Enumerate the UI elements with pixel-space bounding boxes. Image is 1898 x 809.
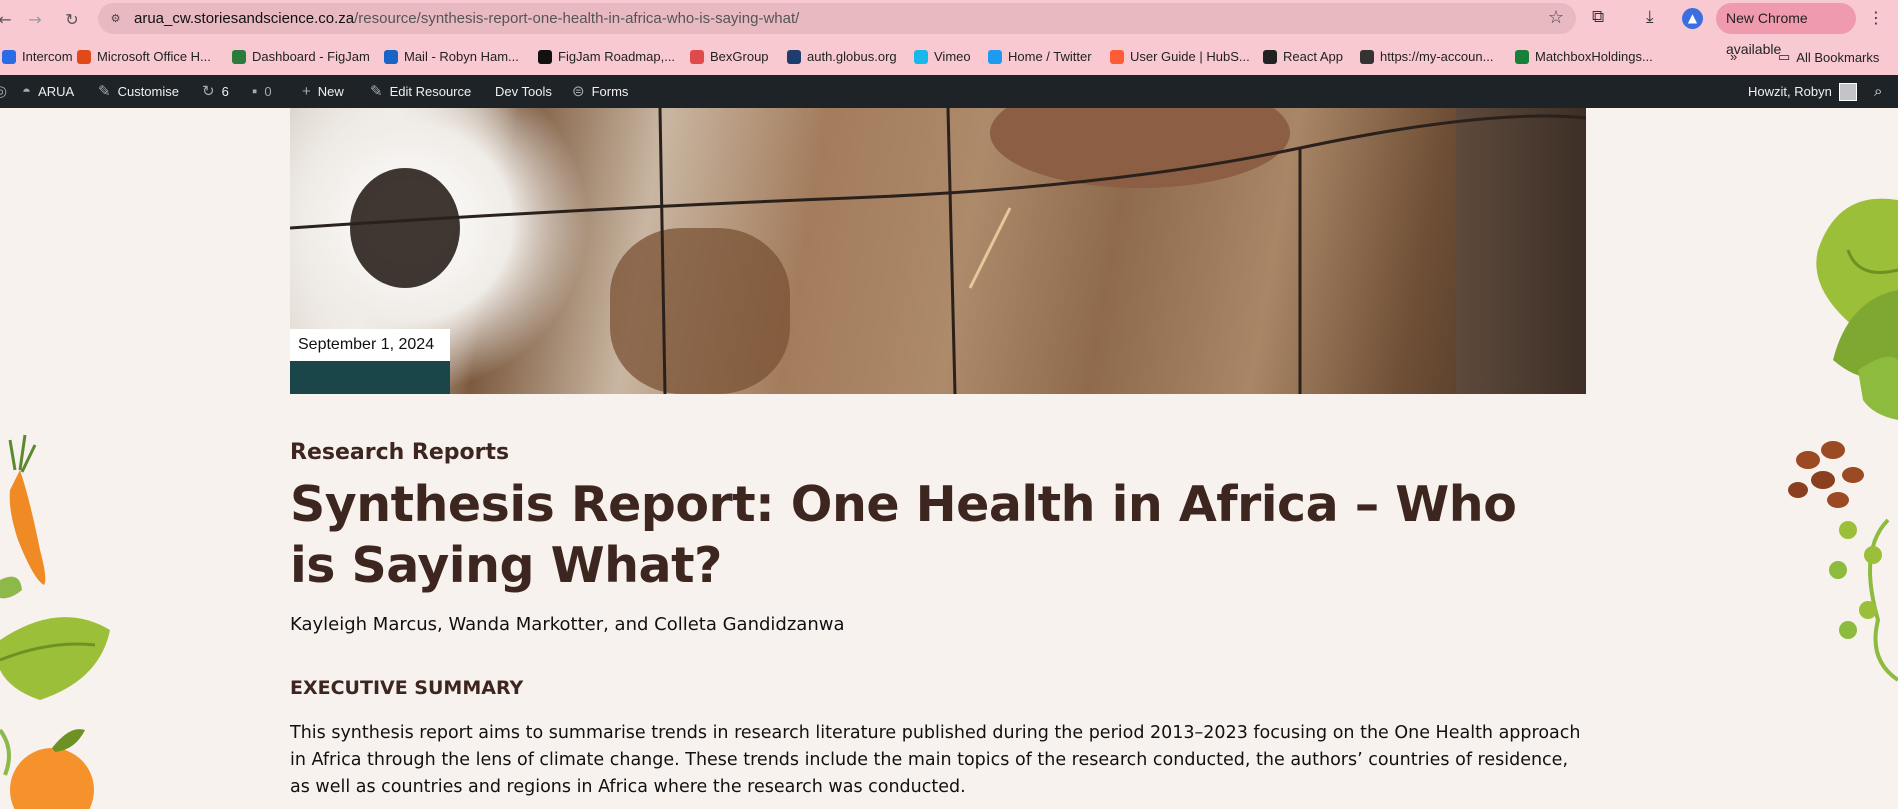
forms-menu[interactable]: ⊜ Forms [572,75,628,108]
bookmark-favicon-icon [988,49,1002,64]
bookmark-star-icon[interactable]: ☆ [1548,7,1564,28]
dashboard-icon: ◓ [22,83,32,100]
vegetables-illustration-right [1788,198,1898,682]
bookmark-label: Dashboard - FigJam [252,49,370,64]
reload-icon[interactable]: ↻ [61,8,83,30]
category-label[interactable]: Research Reports [290,440,509,465]
more-bookmarks-button[interactable]: » [1730,49,1737,64]
bookmark-favicon-icon [914,49,928,64]
bookmark-label: https://my-accoun... [1380,49,1494,64]
bookmark-label: User Guide | HubS... [1130,49,1250,64]
authors-line: Kayleigh Marcus, Wanda Markotter, and Co… [290,614,845,635]
pencil-icon: ✎ [370,83,383,100]
bookmark-item[interactable]: Vimeo [914,49,971,64]
bookmark-item[interactable]: FigJam Roadmap,... [538,49,675,64]
brush-icon: ✎ [98,83,111,100]
bookmark-label: React App [1283,49,1343,64]
site-name-menu[interactable]: ◓ ARUA [22,75,74,108]
new-chrome-button[interactable]: New Chrome available [1716,3,1856,57]
forms-icon: ⊜ [572,83,585,100]
bookmark-item[interactable]: auth.globus.org [787,49,897,64]
wire-fence [290,108,1586,394]
forward-icon[interactable]: → [24,8,46,30]
updates-icon: ↻ [202,83,215,100]
comment-icon: ▪ [252,83,258,100]
search-icon[interactable]: ⌕ [1874,75,1882,108]
bookmark-label: Microsoft Office H... [97,49,211,64]
customise-menu[interactable]: ✎ Customise [98,75,179,108]
new-content-menu[interactable]: + New [302,75,344,108]
bookmark-item[interactable]: Microsoft Office H... [77,49,211,64]
bookmark-label: auth.globus.org [807,49,897,64]
user-avatar [1838,82,1857,101]
bookmark-item[interactable]: React App [1263,49,1343,64]
page-title: Synthesis Report: One Health in Africa –… [290,476,1517,594]
bookmark-favicon-icon [787,49,801,64]
date-accent-bar [290,361,450,394]
bookmark-favicon-icon [2,49,16,64]
dev-tools-menu[interactable]: Dev Tools [495,75,552,108]
bookmark-label: MatchboxHoldings... [1535,49,1653,64]
extensions-icon[interactable]: ⧉ [1592,7,1604,27]
edit-resource-menu[interactable]: ✎ Edit Resource [370,75,471,108]
bookmark-label: Home / Twitter [1008,49,1092,64]
summary-paragraph: This synthesis report aims to summarise … [290,723,1581,797]
bookmark-label: Intercom [22,49,73,64]
browser-menu-icon[interactable]: ⋮ [1868,8,1884,27]
download-icon[interactable]: ⤓ [1646,7,1654,27]
bookmark-item[interactable]: https://my-accoun... [1360,49,1493,64]
url-text[interactable]: arua_cw.storiesandscience.co.za/resource… [134,10,799,27]
publish-date: September 1, 2024 [290,329,450,361]
profile-avatar-icon[interactable]: ▲ [1682,8,1703,29]
hero-image [290,108,1586,394]
account-menu[interactable]: Howzit, Robyn [1748,75,1857,108]
bookmark-favicon-icon [538,49,552,64]
wp-logo-icon[interactable]: ◎ [0,75,7,108]
address-bar[interactable]: ⚙ arua_cw.storiesandscience.co.za/resour… [98,3,1576,34]
bookmark-favicon-icon [1360,49,1374,64]
bookmark-favicon-icon [232,49,246,64]
bookmark-favicon-icon [1110,49,1124,64]
bookmark-label: Vimeo [934,49,971,64]
site-info-icon[interactable]: ⚙ [108,11,123,26]
bookmark-favicon-icon [690,49,704,64]
wp-admin-bar: ◎ ◓ ARUA ✎ Customise ↻ 6 ▪ 0 + New ✎ Edi… [0,75,1898,108]
bookmark-item[interactable]: Mail - Robyn Ham... [384,49,519,64]
bookmark-label: Mail - Robyn Ham... [404,49,519,64]
updates-menu[interactable]: ↻ 6 [202,75,229,108]
bookmark-favicon-icon [77,49,91,64]
all-bookmarks-button[interactable]: ▭ All Bookmarks [1778,49,1879,65]
bookmark-favicon-icon [384,49,398,64]
plus-icon: + [302,83,311,100]
vegetables-illustration-left [0,434,110,809]
folder-icon: ▭ [1778,49,1791,64]
bookmark-item[interactable]: MatchboxHoldings... [1515,49,1653,64]
browser-toolbar: ← → ↻ ⚙ arua_cw.storiesandscience.co.za/… [0,0,1898,75]
bookmark-item[interactable]: User Guide | HubS... [1110,49,1250,64]
bookmark-label: BexGroup [710,49,769,64]
bookmark-item[interactable]: Intercom [2,49,73,64]
bookmark-favicon-icon [1515,49,1529,64]
bookmarks-bar: Intercom Microsoft Office H... Dashboard -… [0,40,1898,73]
bookmark-item[interactable]: Home / Twitter [988,49,1092,64]
bookmark-item[interactable]: BexGroup [690,49,769,64]
comments-menu[interactable]: ▪ 0 [252,75,272,108]
bookmark-label: FigJam Roadmap,... [558,49,676,64]
bookmark-favicon-icon [1263,49,1277,64]
section-heading: EXECUTIVE SUMMARY [290,677,524,699]
bookmark-item[interactable]: Dashboard - FigJam [232,49,370,64]
back-icon[interactable]: ← [0,8,16,30]
